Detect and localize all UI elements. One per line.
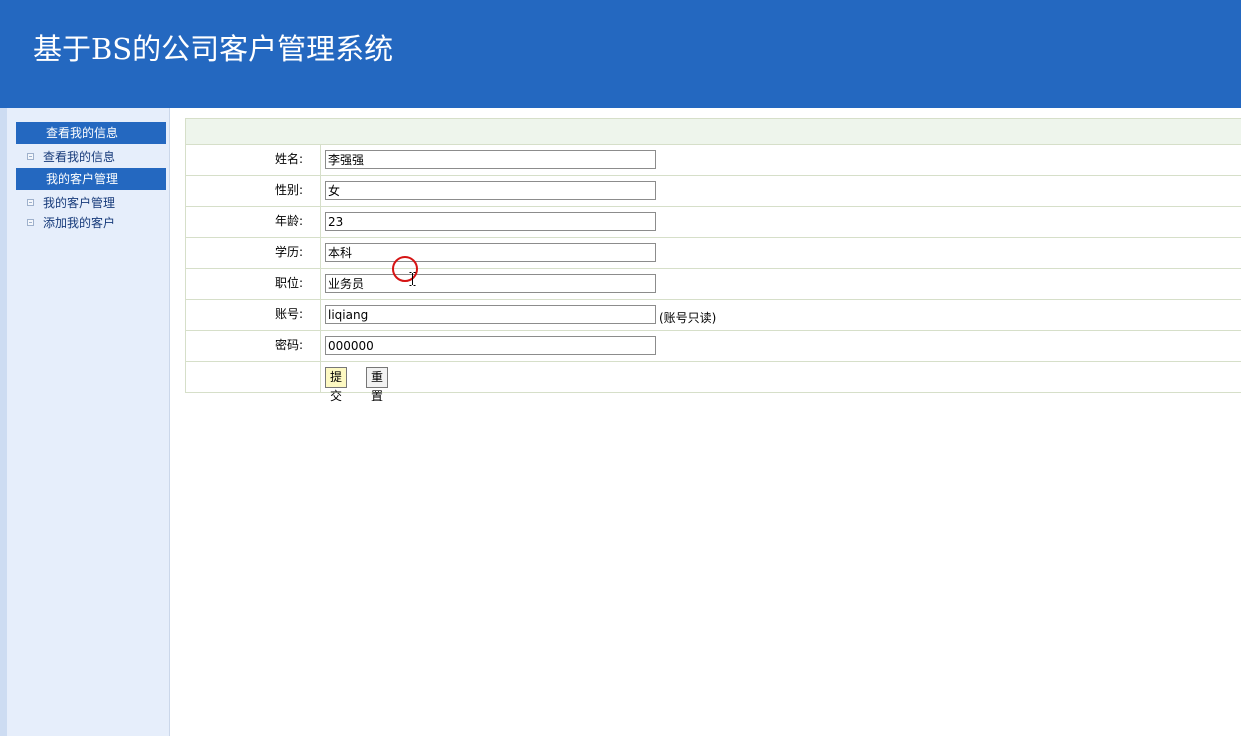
app-title: 基于BS的公司客户管理系统: [33, 32, 394, 66]
sidebar-item-label: 我的客户管理: [43, 196, 116, 210]
field-label: 职位:: [186, 269, 321, 299]
education-input[interactable]: [325, 243, 656, 262]
form-row-name: 姓名:: [185, 145, 1241, 176]
form-row-actions: 提交 重置: [185, 362, 1241, 403]
field-label: 性别:: [186, 176, 321, 206]
tree-node-icon: [27, 153, 34, 160]
app-header: 基于BS的公司客户管理系统: [0, 0, 1241, 108]
age-input[interactable]: [325, 212, 656, 231]
field-label: 学历:: [186, 238, 321, 268]
sidebar-group-my-customers[interactable]: 我的客户管理: [16, 168, 166, 190]
field-label: 账号:: [186, 300, 321, 330]
sidebar-item-my-customers[interactable]: 我的客户管理: [27, 194, 115, 212]
sidebar: 查看我的信息 查看我的信息 我的客户管理 我的客户管理 添加我的客户: [0, 108, 170, 736]
form-row-gender: 性别:: [185, 176, 1241, 207]
tree-node-icon: [27, 199, 34, 206]
sidebar-item-add-customer[interactable]: 添加我的客户: [27, 214, 115, 232]
field-label: 密码:: [186, 331, 321, 361]
name-input[interactable]: [325, 150, 656, 169]
reset-button[interactable]: 重置: [366, 367, 389, 403]
profile-form: 姓名: 性别: 年龄: 学历: 职位: 账号: (账号只读): [185, 118, 1241, 403]
field-label: 年龄:: [186, 207, 321, 237]
readonly-note: (账号只读): [659, 311, 717, 325]
account-input[interactable]: [325, 305, 656, 324]
tree-node-icon: [27, 219, 34, 226]
empty-label-cell: [186, 362, 321, 392]
form-header-bar: [185, 118, 1241, 145]
form-row-position: 职位:: [185, 269, 1241, 300]
sidebar-group-my-info[interactable]: 查看我的信息: [16, 122, 166, 144]
submit-button[interactable]: 提交: [325, 367, 348, 403]
sidebar-item-label: 添加我的客户: [43, 216, 116, 230]
form-row-account: 账号: (账号只读): [185, 300, 1241, 331]
form-row-age: 年龄:: [185, 207, 1241, 238]
form-row-education: 学历:: [185, 238, 1241, 269]
gender-input[interactable]: [325, 181, 656, 200]
sidebar-item-view-my-info[interactable]: 查看我的信息: [27, 148, 115, 166]
position-input[interactable]: [325, 274, 656, 293]
form-row-password: 密码:: [185, 331, 1241, 362]
password-input[interactable]: [325, 336, 656, 355]
sidebar-item-label: 查看我的信息: [43, 150, 116, 164]
field-label: 姓名:: [186, 145, 321, 175]
